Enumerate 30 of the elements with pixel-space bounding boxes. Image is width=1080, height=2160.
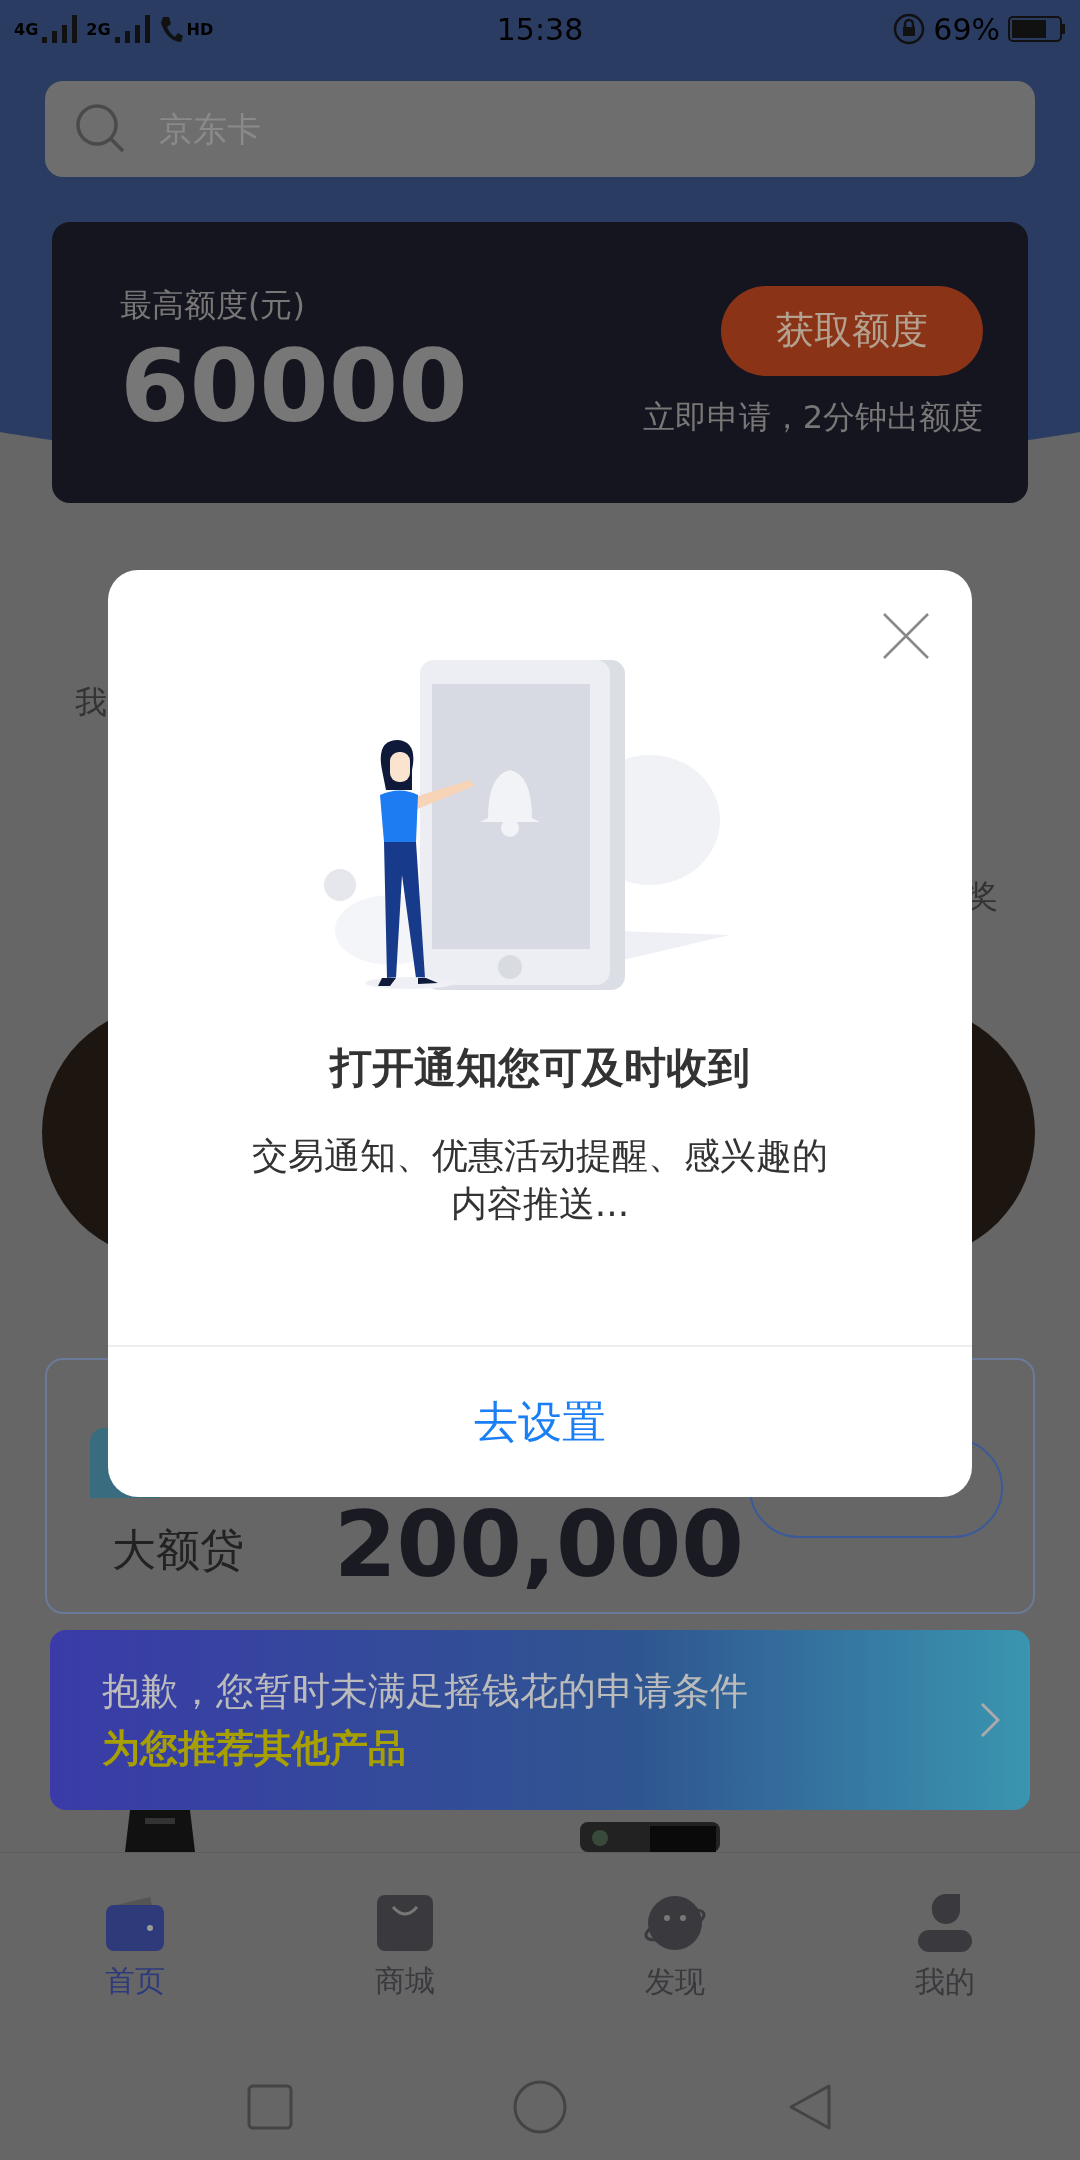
loan-name: 大额贷 xyxy=(112,1523,244,1577)
rotation-lock-icon xyxy=(893,13,926,45)
person-icon xyxy=(918,1893,972,1952)
loan-amount: 200,000 xyxy=(334,1500,744,1590)
back-icon[interactable] xyxy=(787,2082,833,2132)
limit-amount: 60000 xyxy=(120,331,469,442)
apply-note: 立即申请，2分钟出额度 xyxy=(642,396,983,438)
phone-icon xyxy=(158,15,183,43)
nav-tab[interactable]: 首页 xyxy=(0,1853,270,2053)
planet-icon xyxy=(643,1893,707,1952)
dialog-title: 打开通知您可及时收到 xyxy=(330,1042,750,1094)
shopping-bag-icon xyxy=(377,1894,433,1951)
network-label: 2G xyxy=(86,19,111,39)
wallet-icon xyxy=(106,1894,164,1951)
close-icon[interactable] xyxy=(882,612,930,660)
toast-message: 抱歉，您暂时未满足摇钱花的申请条件 xyxy=(102,1668,749,1715)
clock: 15:38 xyxy=(495,11,585,47)
limit-label: 最高额度(元) xyxy=(120,284,306,326)
battery-icon xyxy=(1008,16,1066,42)
battery-percent: 69% xyxy=(933,11,1000,47)
settings-button[interactable]: 去设置 xyxy=(108,1347,972,1497)
home-icon[interactable] xyxy=(513,2080,567,2134)
network-label: 4G xyxy=(14,19,39,39)
chevron-right-icon xyxy=(980,1702,1000,1738)
hd-label: HD xyxy=(186,19,214,39)
recents-icon[interactable] xyxy=(247,2084,293,2130)
dialog-message: 交易通知、优惠活动提醒、感兴趣的内容推送... xyxy=(251,1134,829,1226)
get-limit-button[interactable]: 获取额度 xyxy=(721,285,983,376)
recommend-link[interactable]: 为您推荐其他产品 xyxy=(102,1723,980,1774)
search-icon xyxy=(75,103,127,155)
